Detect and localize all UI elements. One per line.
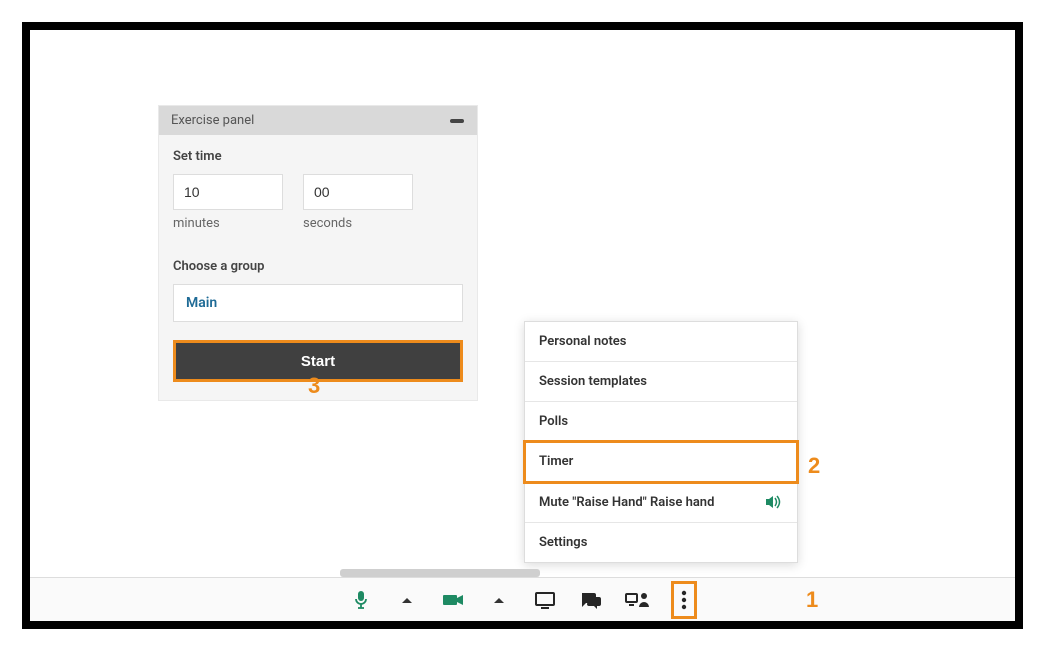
minutes-input[interactable]	[173, 174, 283, 210]
seconds-sub-label: seconds	[303, 216, 413, 231]
more-highlight	[671, 581, 697, 619]
annotation-3: 3	[308, 373, 320, 399]
menu-mute-raise-hand[interactable]: Mute "Raise Hand" Raise hand	[525, 482, 797, 523]
menu-timer[interactable]: Timer	[525, 442, 797, 482]
exercise-panel-title: Exercise panel	[171, 113, 254, 128]
chevron-up-icon[interactable]	[487, 586, 511, 614]
menu-item-label: Mute "Raise Hand" Raise hand	[539, 495, 714, 510]
set-time-label: Set time	[173, 149, 463, 164]
more-vertical-icon[interactable]	[676, 586, 692, 614]
annotation-2: 2	[808, 453, 820, 479]
seconds-input[interactable]	[303, 174, 413, 210]
exercise-panel-body: Set time minutes seconds Choose a group …	[159, 135, 477, 400]
minutes-sub-label: minutes	[173, 216, 283, 231]
menu-settings[interactable]: Settings	[525, 523, 797, 562]
menu-item-label: Personal notes	[539, 334, 627, 349]
exercise-panel-header: Exercise panel	[159, 106, 477, 135]
group-select[interactable]: Main	[173, 284, 463, 322]
horizontal-scrollbar-thumb[interactable]	[340, 569, 540, 577]
exercise-panel: Exercise panel Set time minutes seconds …	[158, 105, 478, 401]
bottom-toolbar	[30, 577, 1015, 621]
menu-session-templates[interactable]: Session templates	[525, 362, 797, 402]
menu-item-label: Settings	[539, 535, 587, 550]
chevron-up-icon[interactable]	[395, 586, 419, 614]
menu-personal-notes[interactable]: Personal notes	[525, 322, 797, 362]
chat-icon[interactable]	[579, 586, 603, 614]
microphone-icon[interactable]	[349, 586, 373, 614]
camera-icon[interactable]	[441, 586, 465, 614]
participants-icon[interactable]	[625, 586, 649, 614]
more-menu: Personal notes Session templates Polls T…	[524, 321, 798, 563]
annotation-1: 1	[806, 587, 818, 613]
screen-share-icon[interactable]	[533, 586, 557, 614]
minimize-icon[interactable]	[449, 118, 465, 124]
choose-group-label: Choose a group	[173, 259, 463, 274]
time-row: minutes seconds	[173, 174, 463, 231]
menu-polls[interactable]: Polls	[525, 402, 797, 442]
menu-item-label: Timer	[539, 454, 573, 469]
app-frame: Exercise panel Set time minutes seconds …	[22, 22, 1023, 629]
menu-item-label: Session templates	[539, 374, 647, 389]
menu-item-label: Polls	[539, 414, 568, 429]
volume-icon	[765, 494, 783, 510]
